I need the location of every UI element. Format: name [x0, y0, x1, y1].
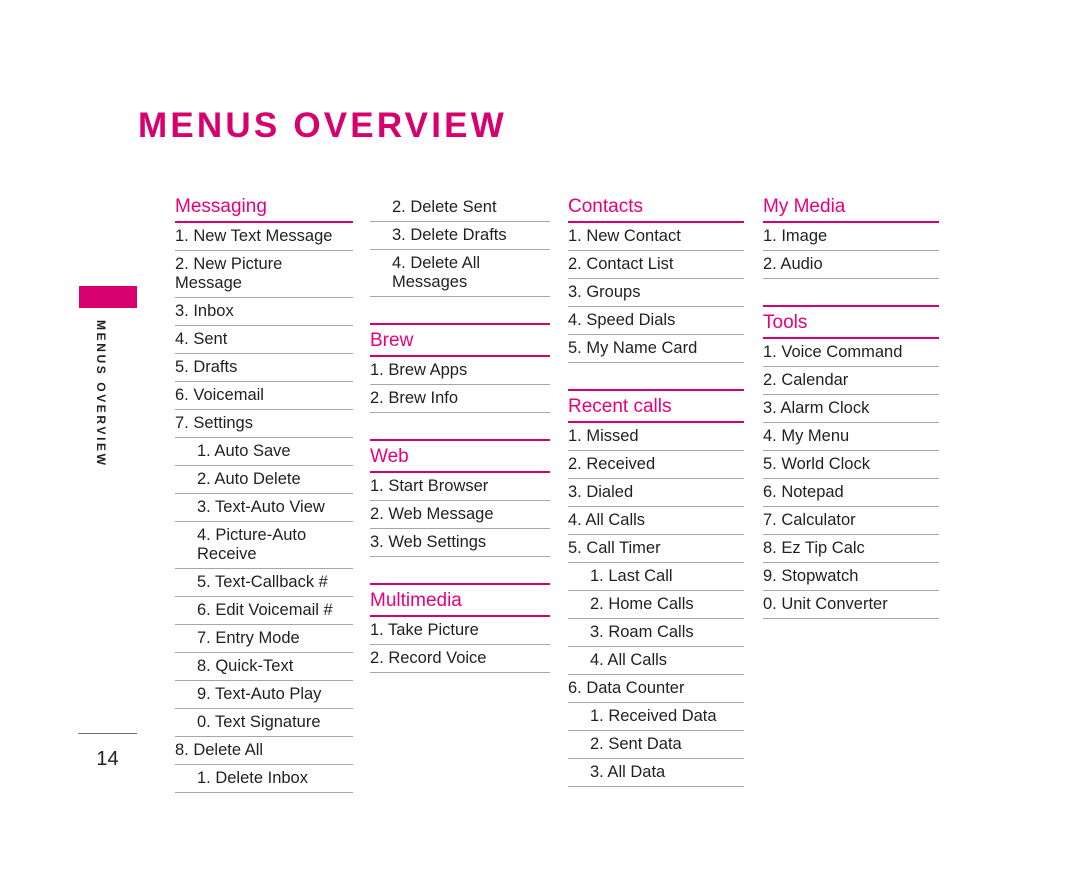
menu-list-messaging: 1. New Text Message 2. New Picture Messag… [175, 223, 353, 793]
menu-item[interactable]: 5. Drafts [175, 354, 353, 382]
menu-item[interactable]: 8. Delete All [175, 737, 353, 765]
menu-item[interactable]: 1. New Text Message [175, 223, 353, 251]
menu-item[interactable]: 2. Received [568, 451, 744, 479]
menu-item[interactable]: 6. Data Counter [568, 675, 744, 703]
menu-item[interactable]: 0. Unit Converter [763, 591, 939, 619]
section-title-multimedia: Multimedia [370, 590, 462, 611]
menu-item[interactable]: 1. Image [763, 223, 939, 251]
menu-item[interactable]: 2. Calendar [763, 367, 939, 395]
menu-item[interactable]: 2. Sent Data [568, 731, 744, 759]
menu-column-3: My Media 1. Image 2. Audio Tools 1. Voice Co… [763, 194, 939, 619]
menu-item[interactable]: 5. Text-Callback # [175, 569, 353, 597]
menu-item[interactable]: 3. Alarm Clock [763, 395, 939, 423]
section-title-brew: Brew [370, 330, 414, 351]
menu-item[interactable]: 1. Brew Apps [370, 357, 550, 385]
menu-item[interactable]: 1. Take Picture [370, 617, 550, 645]
menu-item[interactable]: 1. Last Call [568, 563, 744, 591]
menu-item[interactable]: 1. Auto Save [175, 438, 353, 466]
section-title-messaging: Messaging [175, 196, 267, 217]
menu-section-my-media: My Media 1. Image 2. Audio [763, 194, 939, 279]
page-number-rule [78, 733, 137, 734]
menu-item[interactable]: 4. All Calls [568, 647, 744, 675]
menu-item[interactable]: 2. Delete Sent [370, 194, 550, 222]
menu-item[interactable]: 2. Brew Info [370, 385, 550, 413]
menu-item[interactable]: 8. Quick-Text [175, 653, 353, 681]
menu-column-0: Messaging 1. New Text Message 2. New Pictu… [175, 194, 353, 793]
menu-item[interactable]: 3. Inbox [175, 298, 353, 326]
sidebar-section-tab [79, 286, 137, 308]
menu-item[interactable]: 9. Text-Auto Play [175, 681, 353, 709]
menu-list-my-media: 1. Image 2. Audio [763, 223, 939, 279]
menu-item[interactable]: 3. Groups [568, 279, 744, 307]
menu-item[interactable]: 4. Picture-Auto Receive [175, 522, 353, 569]
section-rule-above [763, 305, 939, 307]
menu-item[interactable]: 7. Calculator [763, 507, 939, 535]
menu-item[interactable]: 3. All Data [568, 759, 744, 787]
menu-item[interactable]: 2. New Picture Message [175, 251, 353, 298]
section-rule-above [370, 583, 550, 585]
section-title-contacts: Contacts [568, 196, 643, 217]
menu-column-1: 2. Delete Sent 3. Delete Drafts 4. Delete … [370, 194, 550, 673]
menu-item[interactable]: 5. Call Timer [568, 535, 744, 563]
menu-item[interactable]: 2. Audio [763, 251, 939, 279]
menu-item[interactable]: 7. Settings [175, 410, 353, 438]
menu-item[interactable]: 6. Edit Voicemail # [175, 597, 353, 625]
menu-section-contacts: Contacts 1. New Contact 2. Contact List 3. … [568, 194, 744, 363]
menu-item[interactable]: 0. Text Signature [175, 709, 353, 737]
menu-item[interactable]: 4. My Menu [763, 423, 939, 451]
section-title-web: Web [370, 446, 409, 467]
menu-item[interactable]: 3. Dialed [568, 479, 744, 507]
section-title-my-media: My Media [763, 196, 846, 217]
menu-item[interactable]: 3. Text-Auto View [175, 494, 353, 522]
menu-item[interactable]: 1. Missed [568, 423, 744, 451]
menu-item[interactable]: 2. Home Calls [568, 591, 744, 619]
menu-item[interactable]: 1. Start Browser [370, 473, 550, 501]
menu-item[interactable]: 7. Entry Mode [175, 625, 353, 653]
menu-item[interactable]: 3. Roam Calls [568, 619, 744, 647]
menu-item[interactable]: 2. Contact List [568, 251, 744, 279]
menu-item[interactable]: 3. Web Settings [370, 529, 550, 557]
menu-item[interactable]: 2. Record Voice [370, 645, 550, 673]
menu-item[interactable]: 8. Ez Tip Calc [763, 535, 939, 563]
menu-section-multimedia: Multimedia 1. Take Picture 2. Record Voice [370, 583, 550, 673]
section-rule-above [370, 439, 550, 441]
menu-item[interactable]: 3. Delete Drafts [370, 222, 550, 250]
menu-item[interactable]: 2. Auto Delete [175, 466, 353, 494]
sidebar-section-label: MENUS OVERVIEW [94, 320, 108, 468]
menu-section-web: Web 1. Start Browser 2. Web Message 3. Web … [370, 439, 550, 557]
menu-list-brew: 1. Brew Apps 2. Brew Info [370, 357, 550, 413]
menu-column-2: Contacts 1. New Contact 2. Contact List 3. … [568, 194, 744, 787]
menu-item[interactable]: 1. Delete Inbox [175, 765, 353, 793]
section-title-recent-calls: Recent calls [568, 396, 672, 417]
menu-item[interactable]: 9. Stopwatch [763, 563, 939, 591]
menu-item[interactable]: 6. Notepad [763, 479, 939, 507]
menu-section-messaging: Messaging 1. New Text Message 2. New Pictu… [175, 194, 353, 793]
menu-item[interactable]: 4. Speed Dials [568, 307, 744, 335]
menu-item[interactable]: 1. Received Data [568, 703, 744, 731]
page-number: 14 [96, 748, 119, 770]
menu-item[interactable]: 4. Delete All Messages [370, 250, 550, 297]
menu-list-web: 1. Start Browser 2. Web Message 3. Web Set… [370, 473, 550, 557]
menu-section-recent-calls: Recent calls 1. Missed 2. Received 3. Diale… [568, 389, 744, 787]
section-rule-above [370, 323, 550, 325]
menu-item[interactable]: 1. Voice Command [763, 339, 939, 367]
menu-list-messaging-continued: 2. Delete Sent 3. Delete Drafts 4. Delete … [370, 194, 550, 297]
menu-section-brew: Brew 1. Brew Apps 2. Brew Info [370, 323, 550, 413]
menu-item[interactable]: 5. World Clock [763, 451, 939, 479]
menu-list-multimedia: 1. Take Picture 2. Record Voice [370, 617, 550, 673]
menu-list-tools: 1. Voice Command 2. Calendar 3. Alarm Cloc… [763, 339, 939, 619]
menu-item[interactable]: 4. Sent [175, 326, 353, 354]
menu-section-messaging-continued: 2. Delete Sent 3. Delete Drafts 4. Delete … [370, 194, 550, 297]
menu-list-contacts: 1. New Contact 2. Contact List 3. Groups 4.… [568, 223, 744, 363]
page-title: MENUS OVERVIEW [138, 106, 507, 145]
menu-item[interactable]: 2. Web Message [370, 501, 550, 529]
menu-item[interactable]: 1. New Contact [568, 223, 744, 251]
section-rule-above [568, 389, 744, 391]
menu-section-tools: Tools 1. Voice Command 2. Calendar 3. Alarm… [763, 305, 939, 619]
menu-list-recent-calls: 1. Missed 2. Received 3. Dialed 4. All Call… [568, 423, 744, 787]
menu-item[interactable]: 6. Voicemail [175, 382, 353, 410]
menu-item[interactable]: 5. My Name Card [568, 335, 744, 363]
menu-item[interactable]: 4. All Calls [568, 507, 744, 535]
section-title-tools: Tools [763, 312, 808, 333]
